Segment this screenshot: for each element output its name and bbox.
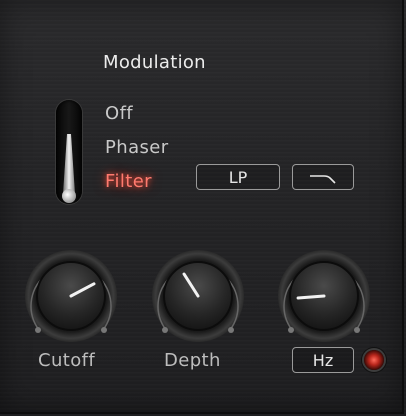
mode-option-phaser[interactable]: Phaser [105, 137, 169, 158]
mode-option-off[interactable]: Off [105, 103, 133, 124]
cutoff-knob[interactable] [21, 248, 121, 348]
lowpass-curve-icon [310, 175, 336, 184]
rate-unit-button[interactable]: Hz [292, 347, 354, 373]
mode-option-filter[interactable]: Filter [105, 171, 152, 192]
rate-knob[interactable] [274, 248, 374, 348]
depth-knob[interactable] [148, 248, 248, 348]
filter-type-button[interactable]: LP [196, 164, 280, 190]
cutoff-label: Cutoff [38, 350, 96, 371]
section-title: Modulation [103, 52, 206, 73]
depth-label: Depth [164, 350, 221, 371]
mode-switch-lever[interactable] [61, 130, 77, 204]
filter-shape-button[interactable] [292, 164, 354, 190]
rate-knob-pointer [296, 294, 326, 300]
sync-led-button[interactable] [364, 350, 384, 370]
